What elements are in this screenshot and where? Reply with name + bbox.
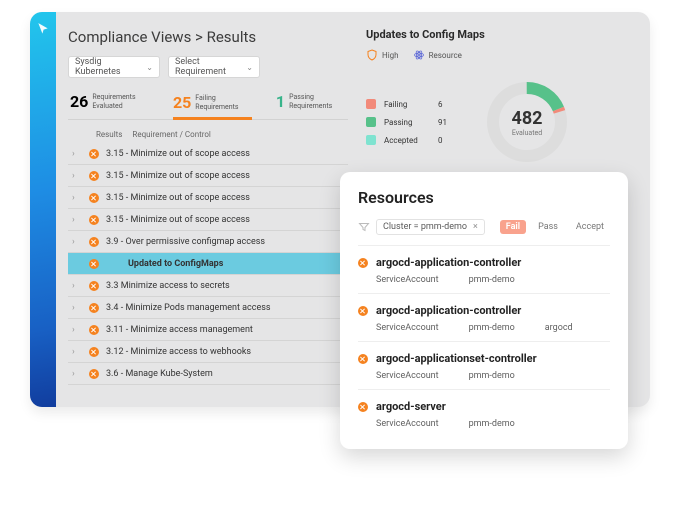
chevron-right-icon[interactable]: › [72,193,82,203]
requirement-select[interactable]: Select Requirement ⌄ [168,56,260,78]
donut-total: 482 [512,108,543,129]
atom-icon [413,49,425,61]
chevron-right-icon[interactable]: › [72,369,82,379]
requirements-list: ›3.15 - Minimize out of scope access ›3.… [68,143,348,385]
tab-pass[interactable]: Pass [532,220,564,234]
resource-item[interactable]: argocd-application-controller ServiceAcc… [358,245,610,293]
chevron-down-icon: ⌄ [146,63,153,72]
chevron-right-icon[interactable]: › [72,281,82,291]
fail-icon [88,281,100,291]
chevron-right-icon[interactable]: › [72,171,82,181]
list-row[interactable]: ›3.15 - Minimize out of scope access [68,209,348,231]
list-row[interactable]: ›3.12 - Minimize access to webhooks [68,341,348,363]
severity-badge: High [366,49,399,61]
resource-item[interactable]: argocd-application-controller ServiceAcc… [358,293,610,341]
metric-evaluated: 26 Requirements Evaluated [70,92,149,111]
eval-summary: Failing6 Passing91 Accepted0 482 Evaluat… [366,79,636,165]
chevron-right-icon[interactable]: › [72,303,82,313]
fail-icon [88,237,100,247]
chevron-right-icon[interactable]: › [72,149,82,159]
list-row-selected[interactable]: ›Updated to ConfigMaps [68,253,348,275]
fail-icon [88,347,100,357]
chevron-down-icon: ⌄ [246,63,253,72]
scope-badge: Resource [413,49,462,61]
legend-failing: Failing6 [366,99,458,109]
list-row[interactable]: ›3.15 - Minimize out of scope access [68,143,348,165]
eval-donut: 482 Evaluated [484,79,570,165]
results-pane: Compliance Views > Results Sysdig Kubern… [56,12,356,407]
detail-title: Updates to Config Maps [366,28,636,41]
fail-icon [358,258,368,268]
fail-icon [88,193,100,203]
list-row[interactable]: ›3.9 - Over permissive configmap access [68,231,348,253]
legend-accepted: Accepted0 [366,135,458,145]
filter-chip[interactable]: Cluster = pmm-demo × [376,219,485,235]
eval-legend: Failing6 Passing91 Accepted0 [366,99,458,145]
benchmark-select-label: Sysdig Kubernetes [75,57,146,77]
fail-icon [88,303,100,313]
benchmark-select[interactable]: Sysdig Kubernetes ⌄ [68,56,160,78]
chevron-right-icon[interactable]: › [72,215,82,225]
fail-icon [88,369,100,379]
list-header: Results Requirement / Control [68,126,348,143]
fail-icon [88,149,100,159]
product-side-strip [30,12,56,407]
tab-fail[interactable]: Fail [500,220,526,234]
requirement-select-label: Select Requirement [175,57,246,77]
metric-passing[interactable]: 1 Passing Requirements [276,92,346,111]
fail-icon [358,306,368,316]
cursor-icon [36,22,50,36]
list-row[interactable]: ›3.11 - Minimize access management [68,319,348,341]
breadcrumb: Compliance Views > Results [68,28,348,46]
metrics-bar: 26 Requirements Evaluated 25 Failing Req… [68,88,348,120]
fail-icon [358,402,368,412]
list-row[interactable]: ›3.6 - Manage Kube-System [68,363,348,385]
fail-icon [88,325,100,335]
chevron-right-icon[interactable]: › [72,325,82,335]
resources-panel: Resources Cluster = pmm-demo × Fail Pass… [340,172,628,449]
status-tabs: Fail Pass Accept [500,220,610,234]
chevron-right-icon[interactable]: › [72,237,82,247]
donut-sub: Evaluated [512,129,542,137]
fail-icon [88,259,100,269]
chevron-right-icon[interactable]: › [72,347,82,357]
legend-passing: Passing91 [366,117,458,127]
fail-icon [88,171,100,181]
close-icon[interactable]: × [473,222,478,232]
list-row[interactable]: ›3.3 Minimize access to secrets [68,275,348,297]
list-row[interactable]: ›3.15 - Minimize out of scope access [68,187,348,209]
resources-title: Resources [358,188,610,207]
resource-item[interactable]: argocd-server ServiceAccountpmm-demo [358,389,610,437]
list-row[interactable]: ›3.4 - Minimize Pods management access [68,297,348,319]
filter-icon[interactable] [358,221,370,233]
list-row[interactable]: ›3.15 - Minimize out of scope access [68,165,348,187]
metric-failing[interactable]: 25 Failing Requirements [173,92,252,120]
fail-icon [88,215,100,225]
fail-icon [358,354,368,364]
tab-accept[interactable]: Accept [570,220,610,234]
shield-icon [366,49,378,61]
resource-item[interactable]: argocd-applicationset-controller Service… [358,341,610,389]
